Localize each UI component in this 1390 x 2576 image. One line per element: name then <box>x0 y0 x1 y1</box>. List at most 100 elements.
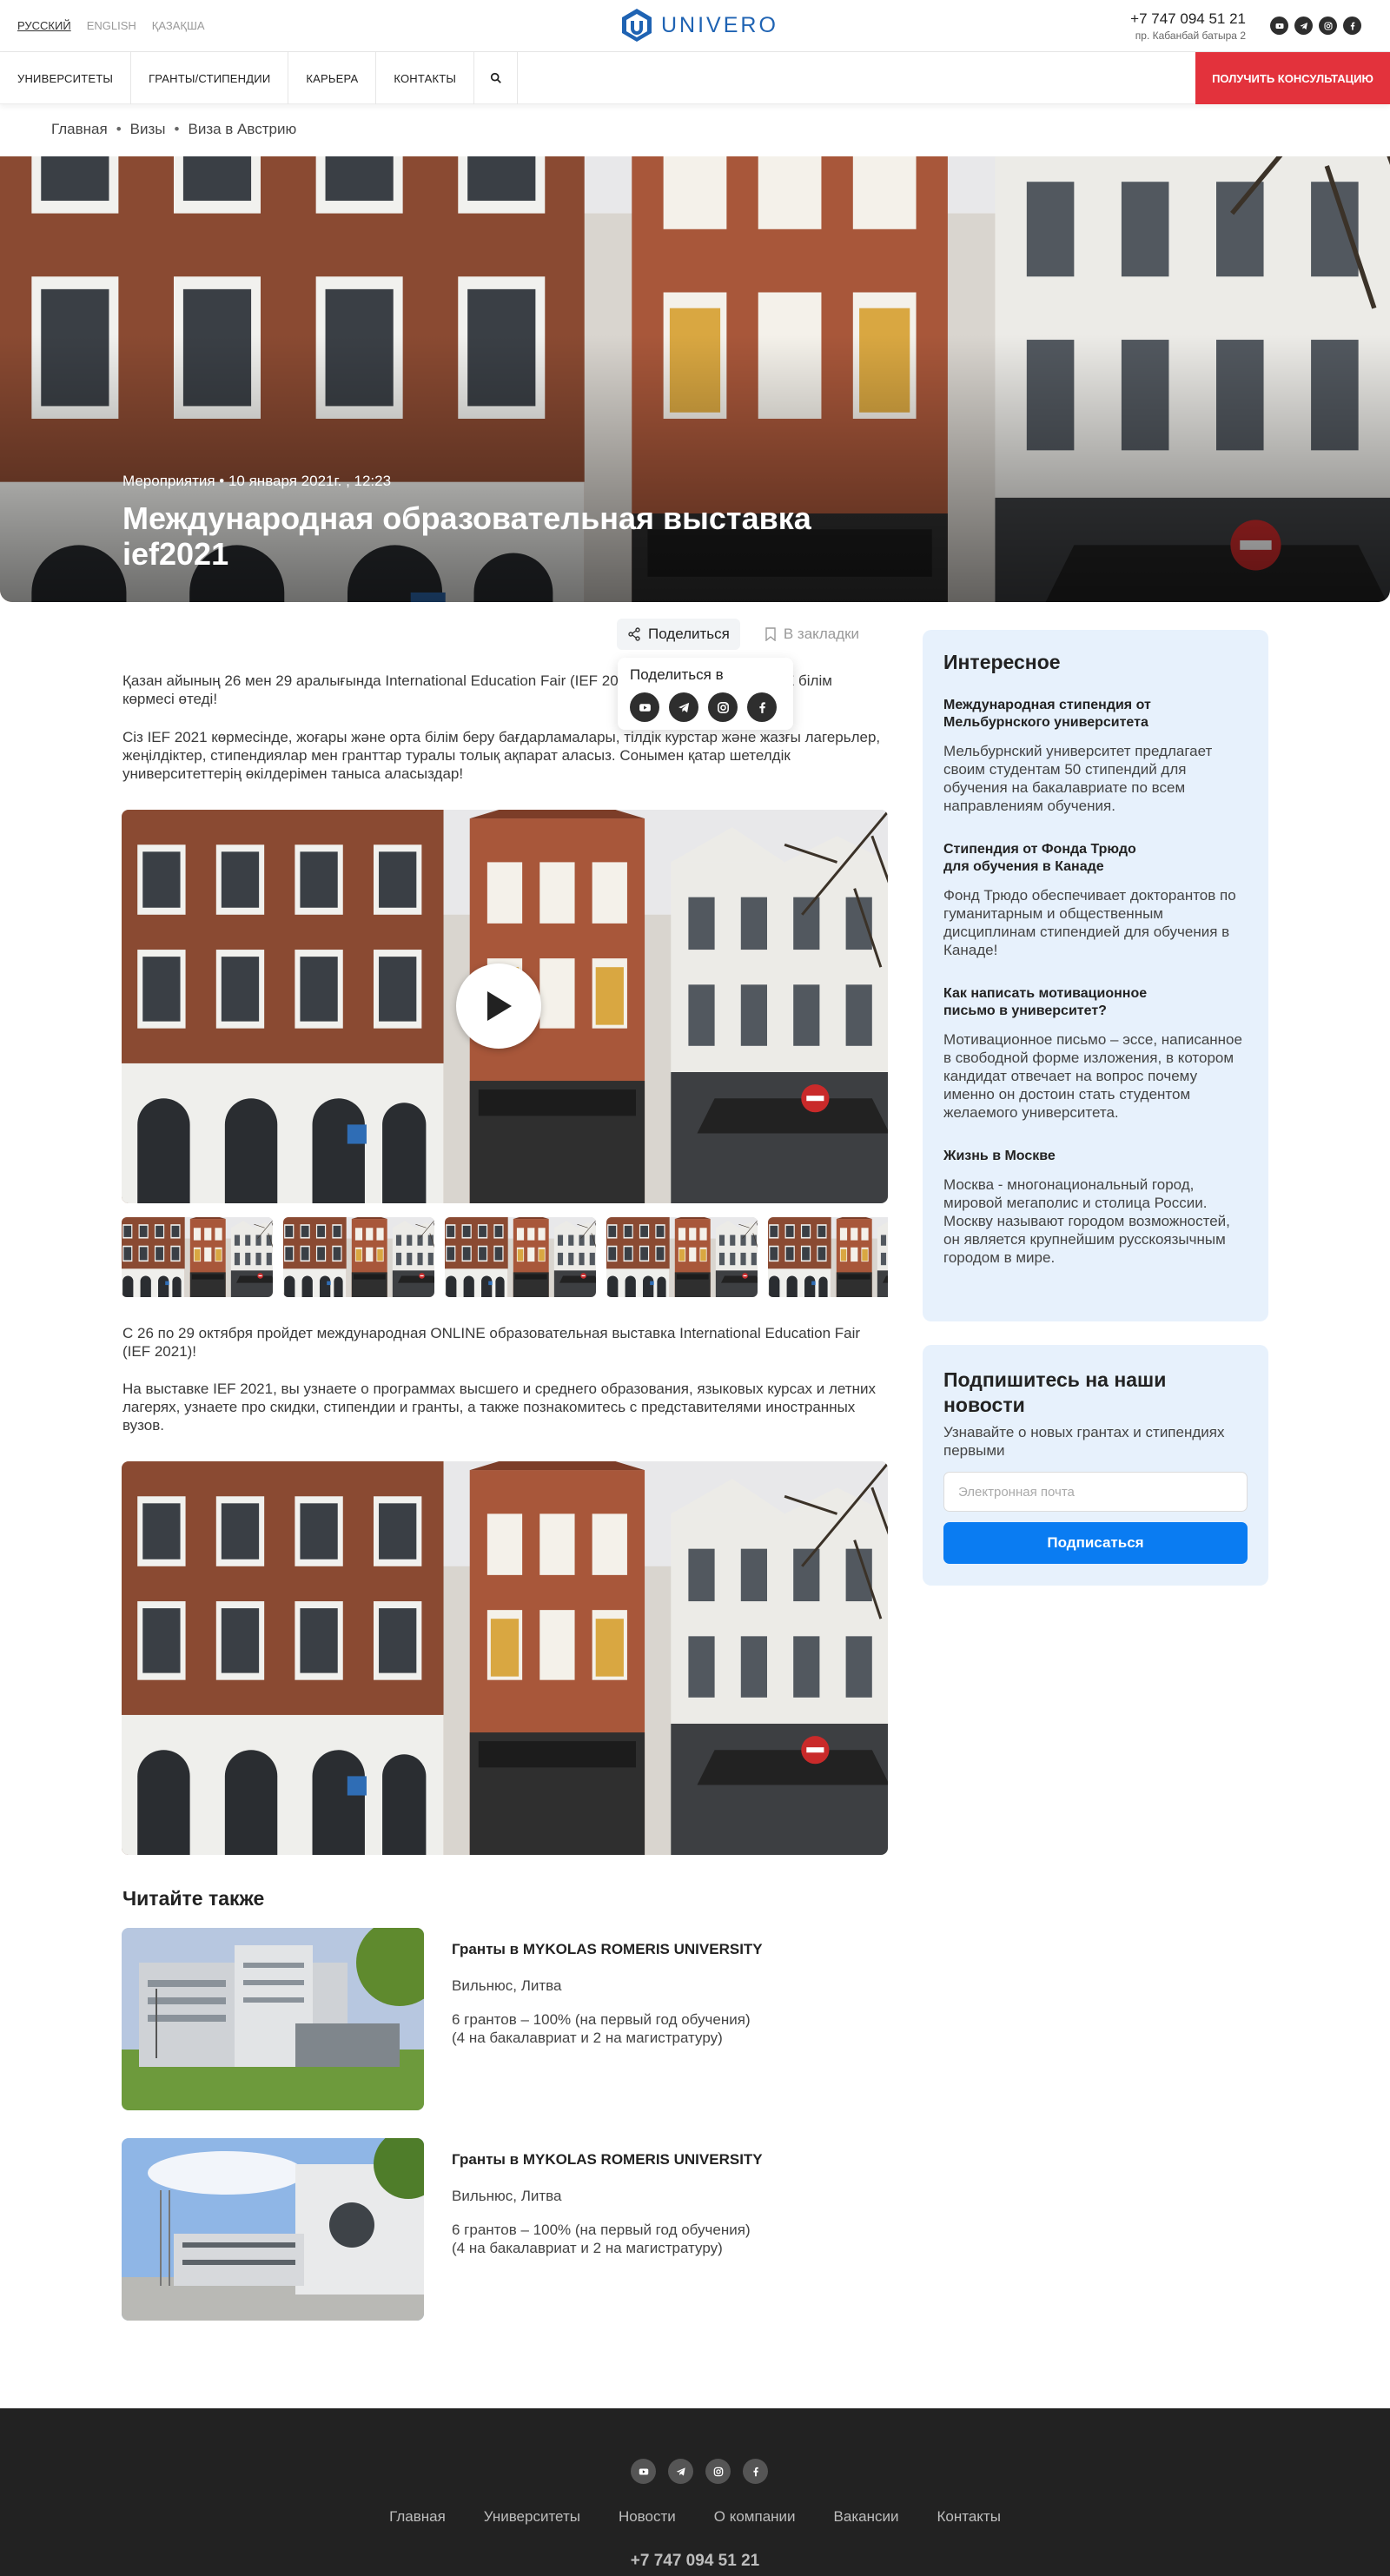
telegram-icon[interactable] <box>668 2459 693 2484</box>
subscribe-button[interactable]: Подписаться <box>943 1522 1248 1564</box>
footer-link-vacancies[interactable]: Вакансии <box>834 2508 899 2526</box>
footer-link-universities[interactable]: Университеты <box>484 2508 580 2526</box>
nav-contacts[interactable]: КОНТАКТЫ <box>376 52 475 104</box>
sidebar-article-desc: Москва - многонациональный город, мирово… <box>943 1176 1230 1266</box>
instagram-icon[interactable] <box>1319 17 1337 35</box>
gallery-thumbnail[interactable] <box>445 1217 596 1297</box>
instagram-icon[interactable] <box>708 692 738 722</box>
telegram-icon[interactable] <box>669 692 698 722</box>
bookmark-label: В закладки <box>783 626 860 642</box>
related-grants-line: 6 грантов – 100% (на первый год обучения… <box>452 2222 751 2238</box>
header-address: пр. Кабанбай батыра 2 <box>1135 30 1246 42</box>
article-paragraph-2: Сіз IEF 2021 көрмесінде, жоғары және орт… <box>122 729 881 782</box>
subscribe-description: Узнавайте о новых грантах и стипендиях п… <box>943 1424 1225 1459</box>
breadcrumb-current: Виза в Австрию <box>188 121 297 137</box>
related-city: Вильнюс, Литва <box>452 2188 562 2204</box>
article-paragraph-4: На выставке IEF 2021, вы узнаете о прогр… <box>122 1381 876 1434</box>
breadcrumb-separator: • <box>116 121 122 137</box>
footer-links: Главная Университеты Новости О компании … <box>0 2508 1390 2526</box>
lang-en[interactable]: ENGLISH <box>87 19 136 32</box>
facebook-icon[interactable] <box>743 2459 768 2484</box>
footer-link-contacts[interactable]: Контакты <box>937 2508 1000 2526</box>
sidebar-heading: Интересное <box>943 651 1061 673</box>
sidebar-article[interactable]: Стипендия от Фонда Трюдо для обучения в … <box>943 841 1248 959</box>
logo[interactable]: UNIVERO <box>618 6 778 44</box>
bookmark-icon <box>765 627 776 641</box>
telegram-icon[interactable] <box>1294 17 1313 35</box>
related-grants-line: (4 на бакалавриат и 2 на магистратуру) <box>452 2240 723 2256</box>
sidebar-article-desc: Фонд Трюдо обеспечивает докторантов по г… <box>943 887 1236 958</box>
header-socials <box>1270 17 1361 35</box>
gallery-thumbnail[interactable] <box>122 1217 273 1297</box>
youtube-icon[interactable] <box>631 2459 656 2484</box>
footer-link-home[interactable]: Главная <box>389 2508 446 2526</box>
sidebar-article-desc: Мельбурнский университет предлагает свои… <box>943 743 1213 814</box>
gallery-thumbnails <box>122 1217 888 1297</box>
article-actions: Поделиться В закладки <box>617 619 870 650</box>
page-title: Международная образовательная выставка i… <box>122 500 811 573</box>
gallery-thumbnail[interactable] <box>768 1217 888 1297</box>
sidebar-article[interactable]: Жизнь в Москве Москва - многонациональны… <box>943 1148 1248 1267</box>
footer-link-about[interactable]: О компании <box>714 2508 796 2526</box>
sidebar-article[interactable]: Международная стипендия от Мельбурнского… <box>943 697 1248 815</box>
youtube-icon[interactable] <box>630 692 659 722</box>
breadcrumb-visas[interactable]: Визы <box>130 121 166 138</box>
youtube-icon[interactable] <box>1270 17 1288 35</box>
footer-link-news[interactable]: Новости <box>619 2508 676 2526</box>
sidebar-article-desc: Мотивационное письмо – эссе, написанное … <box>943 1031 1242 1121</box>
hero-banner: Мероприятия • 10 января 2021г. , 12:23 М… <box>0 156 1390 602</box>
bookmark-button[interactable]: В закладки <box>754 619 870 650</box>
contact-block: +7 747 094 51 21 пр. Кабанбай батыра 2 <box>1130 10 1246 42</box>
share-popup-title: Поделиться в <box>630 666 724 683</box>
share-popup: Поделиться в <box>618 658 793 730</box>
interesting-sidebar: Интересное Международная стипендия от Ме… <box>923 630 1268 1321</box>
footer: Главная Университеты Новости О компании … <box>0 2408 1390 2576</box>
share-icon <box>628 627 640 641</box>
sidebar-article-title[interactable]: Международная стипендия от Мельбурнского… <box>943 697 1195 732</box>
play-button[interactable] <box>456 964 541 1049</box>
header-phone[interactable]: +7 747 094 51 21 <box>1130 10 1246 28</box>
nav-career[interactable]: КАРЬЕРА <box>288 52 377 104</box>
sidebar-article-title[interactable]: Как написать мотивационное письмо в унив… <box>943 985 1178 1020</box>
related-city: Вильнюс, Литва <box>452 1977 562 1994</box>
lang-kz[interactable]: ҚАЗАҚША <box>152 19 205 32</box>
related-grants-line: (4 на бакалавриат и 2 на магистратуру) <box>452 2030 723 2046</box>
top-bar: РУССКИЙ ENGLISH ҚАЗАҚША UNIVERO +7 747 0… <box>0 0 1390 52</box>
share-label: Поделиться <box>648 626 730 642</box>
related-title[interactable]: Гранты в MYKOLAS ROMERIS UNIVERSITY <box>452 1940 817 1958</box>
footer-phone[interactable]: +7 747 094 51 21 <box>0 2552 1390 2571</box>
related-heading: Читайте также <box>122 1887 265 1910</box>
hero-meta: Мероприятия • 10 января 2021г. , 12:23 <box>122 473 392 489</box>
breadcrumb-separator: • <box>174 121 180 137</box>
related-grants: 6 грантов – 100% (на первый год обучения… <box>452 2010 817 2047</box>
breadcrumb-home[interactable]: Главная <box>51 121 108 138</box>
sidebar-article-title[interactable]: Жизнь в Москве <box>943 1148 1195 1165</box>
breadcrumb: Главная • Визы • Виза в Австрию <box>51 121 296 138</box>
related-card: Гранты в MYKOLAS ROMERIS UNIVERSITY Виль… <box>452 2150 817 2257</box>
gallery-thumbnail[interactable] <box>283 1217 434 1297</box>
related-card: Гранты в MYKOLAS ROMERIS UNIVERSITY Виль… <box>452 1940 817 2047</box>
search-icon[interactable] <box>474 52 519 104</box>
related-image[interactable] <box>122 1928 424 2110</box>
email-field[interactable] <box>943 1472 1248 1512</box>
related-title[interactable]: Гранты в MYKOLAS ROMERIS UNIVERSITY <box>452 2150 817 2169</box>
consultation-button[interactable]: ПОЛУЧИТЬ КОНСУЛЬТАЦИЮ <box>1195 52 1390 104</box>
subscribe-heading: Подпишитесь на наши новости <box>943 1368 1167 1416</box>
gallery-thumbnail[interactable] <box>606 1217 758 1297</box>
instagram-icon[interactable] <box>705 2459 731 2484</box>
footer-socials <box>631 2459 768 2484</box>
lang-ru[interactable]: РУССКИЙ <box>17 19 71 32</box>
facebook-icon[interactable] <box>1343 17 1361 35</box>
nav-grants[interactable]: ГРАНТЫ/СТИПЕНДИИ <box>131 52 289 104</box>
sidebar-article[interactable]: Как написать мотивационное письмо в унив… <box>943 985 1248 1122</box>
related-image[interactable] <box>122 2138 424 2321</box>
sidebar-article-title[interactable]: Стипендия от Фонда Трюдо для обучения в … <box>943 841 1161 876</box>
logo-text: UNIVERO <box>661 12 778 37</box>
nav-universities[interactable]: УНИВЕРСИТЕТЫ <box>0 52 132 104</box>
subscribe-box: Подпишитесь на наши новости Узнавайте о … <box>923 1345 1268 1586</box>
related-grants: 6 грантов – 100% (на первый год обучения… <box>452 2221 817 2257</box>
related-grants-line: 6 грантов – 100% (на первый год обучения… <box>452 2011 751 2028</box>
share-button[interactable]: Поделиться <box>617 619 740 650</box>
facebook-icon[interactable] <box>747 692 777 722</box>
main-nav: УНИВЕРСИТЕТЫ ГРАНТЫ/СТИПЕНДИИ КАРЬЕРА КО… <box>0 52 1390 104</box>
